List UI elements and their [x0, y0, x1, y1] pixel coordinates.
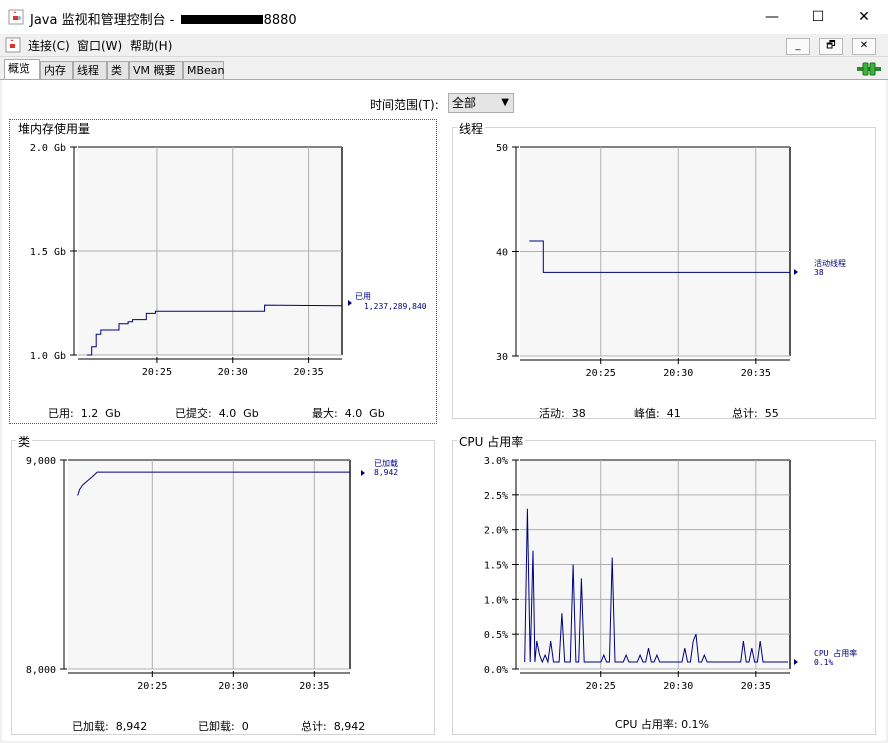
menu-help[interactable]: 帮助(H): [130, 37, 172, 54]
classes-total-summary: 总计: 8,942: [301, 720, 366, 733]
redacted-host: [180, 15, 263, 24]
classes-legend-value: 8,942: [374, 468, 398, 477]
classes-chart-plot: 8,000 9,000 20:25 20:30 20:35: [26, 456, 351, 692]
heap-chart-plot: 1.0 Gb 1.5 Gb 2.0 Gb 20:25 20:30 20:35: [30, 143, 343, 378]
cpu-legend-marker: [794, 659, 798, 665]
time-range-value: 全部: [452, 96, 477, 110]
y-tick-label: 9,000: [26, 456, 56, 467]
menu-window[interactable]: 窗口(W): [77, 37, 122, 54]
cpu-chart-plot: 0.0% 0.5% 1.0% 1.5% 2.0% 2.5% 3.0% 20:25 20:30 20…: [484, 456, 791, 692]
maximize-button[interactable]: ☐: [795, 0, 841, 34]
classes-chart: 8,000 9,000 20:25 20:30 20:35 已加载 8,942: [26, 456, 398, 692]
java-cup-icon[interactable]: [5, 37, 21, 53]
threads-chart-plot: 30 40 50 20:25 20:30 20:35: [496, 143, 791, 379]
threads-total-summary: 总计: 55: [732, 407, 779, 420]
heap-legend-name: 已用: [355, 292, 371, 301]
threads-peak-summary: 峰值: 41: [634, 407, 681, 420]
heap-legend-marker: [348, 300, 352, 306]
classes-legend-name: 已加载: [374, 458, 398, 468]
y-tick-label: 0.5%: [484, 630, 508, 641]
internal-minimize-button[interactable]: _: [786, 38, 810, 55]
x-tick-label: 20:25: [586, 681, 616, 692]
title-port: 8880: [263, 13, 297, 28]
y-tick-label: 2.5%: [484, 491, 508, 502]
threads-legend-name: 活动线程: [814, 258, 846, 268]
classes-loaded-summary: 已加载: 8,942: [72, 720, 148, 733]
threads-active-summary: 活动: 38: [539, 407, 586, 420]
tab-vm-summary[interactable]: VM 概要: [129, 61, 183, 79]
internal-restore-button[interactable]: 🗗: [819, 38, 843, 55]
heap-committed-summary: 已提交: 4.0 Gb: [175, 407, 259, 420]
y-tick-label: 50: [496, 143, 508, 154]
x-tick-label: 20:25: [137, 681, 167, 692]
cpu-chart: 0.0% 0.5% 1.0% 1.5% 2.0% 2.5% 3.0% 20:25 20:30 20…: [484, 456, 857, 692]
y-tick-label: 3.0%: [484, 456, 508, 467]
tab-underline: [0, 79, 888, 80]
cpu-legend-value: 0.1%: [814, 658, 833, 667]
time-range-select[interactable]: 全部 ▼: [448, 93, 514, 113]
x-tick-label: 20:30: [663, 681, 693, 692]
java-cup-icon: [8, 9, 24, 25]
time-range-label: 时间范围(T):: [370, 98, 439, 112]
minimize-button[interactable]: —: [749, 0, 795, 34]
x-tick-label: 20:30: [218, 681, 248, 692]
y-tick-label: 8,000: [26, 665, 56, 676]
x-tick-label: 20:35: [741, 681, 771, 692]
threads-legend-value: 38: [814, 268, 824, 277]
window-title: Java 监视和管理控制台 - 8880: [30, 9, 297, 28]
x-tick-label: 20:30: [218, 367, 248, 378]
y-tick-label: 0.0%: [484, 665, 508, 676]
x-tick-label: 20:35: [299, 681, 329, 692]
y-tick-label: 1.0%: [484, 595, 508, 606]
cpu-usage-summary: CPU 占用率: 0.1%: [615, 718, 710, 731]
y-tick-label: 1.5 Gb: [30, 247, 66, 258]
y-tick-label: 30: [496, 352, 508, 363]
x-tick-label: 20:35: [741, 368, 771, 379]
plot-area: [68, 460, 350, 669]
y-tick-label: 1.5%: [484, 561, 508, 572]
classes-unloaded-summary: 已卸载: 0: [198, 720, 249, 733]
y-tick-label: 1.0 Gb: [30, 351, 66, 362]
heap-legend-value: 1,237,289,840: [364, 302, 427, 311]
heap-used-summary: 已用: 1.2 Gb: [48, 407, 121, 420]
y-tick-label: 2.0 Gb: [30, 143, 66, 154]
title-prefix: Java 监视和管理控制台 -: [30, 13, 179, 28]
x-tick-label: 20:35: [294, 367, 324, 378]
connection-status-icon: [857, 62, 881, 76]
x-tick-label: 20:30: [663, 368, 693, 379]
menu-connection[interactable]: 连接(C): [28, 37, 70, 54]
y-tick-label: 2.0%: [484, 526, 508, 537]
heap-max-summary: 最大: 4.0 Gb: [312, 407, 385, 420]
threads-legend-marker: [794, 269, 798, 275]
tab-classes[interactable]: 类: [107, 61, 129, 79]
tab-threads[interactable]: 线程: [73, 61, 107, 79]
x-tick-label: 20:25: [586, 368, 616, 379]
close-button[interactable]: ✕: [841, 0, 887, 34]
threads-chart: 30 40 50 20:25 20:30 20:35 活动线程 38: [496, 143, 846, 379]
cpu-legend-name: CPU 占用率: [814, 648, 857, 658]
heap-chart: 1.0 Gb 1.5 Gb 2.0 Gb 20:25 20:30 20:35 已用 1,2…: [30, 143, 427, 378]
internal-close-button[interactable]: ✕: [852, 38, 876, 55]
x-tick-label: 20:25: [142, 367, 172, 378]
y-tick-label: 40: [496, 248, 508, 259]
tab-mbean[interactable]: MBean: [183, 61, 225, 79]
tab-memory[interactable]: 内存: [40, 61, 73, 79]
classes-legend-marker: [361, 470, 365, 476]
chevron-down-icon: ▼: [501, 97, 509, 108]
tab-overview[interactable]: 概览: [4, 59, 40, 80]
